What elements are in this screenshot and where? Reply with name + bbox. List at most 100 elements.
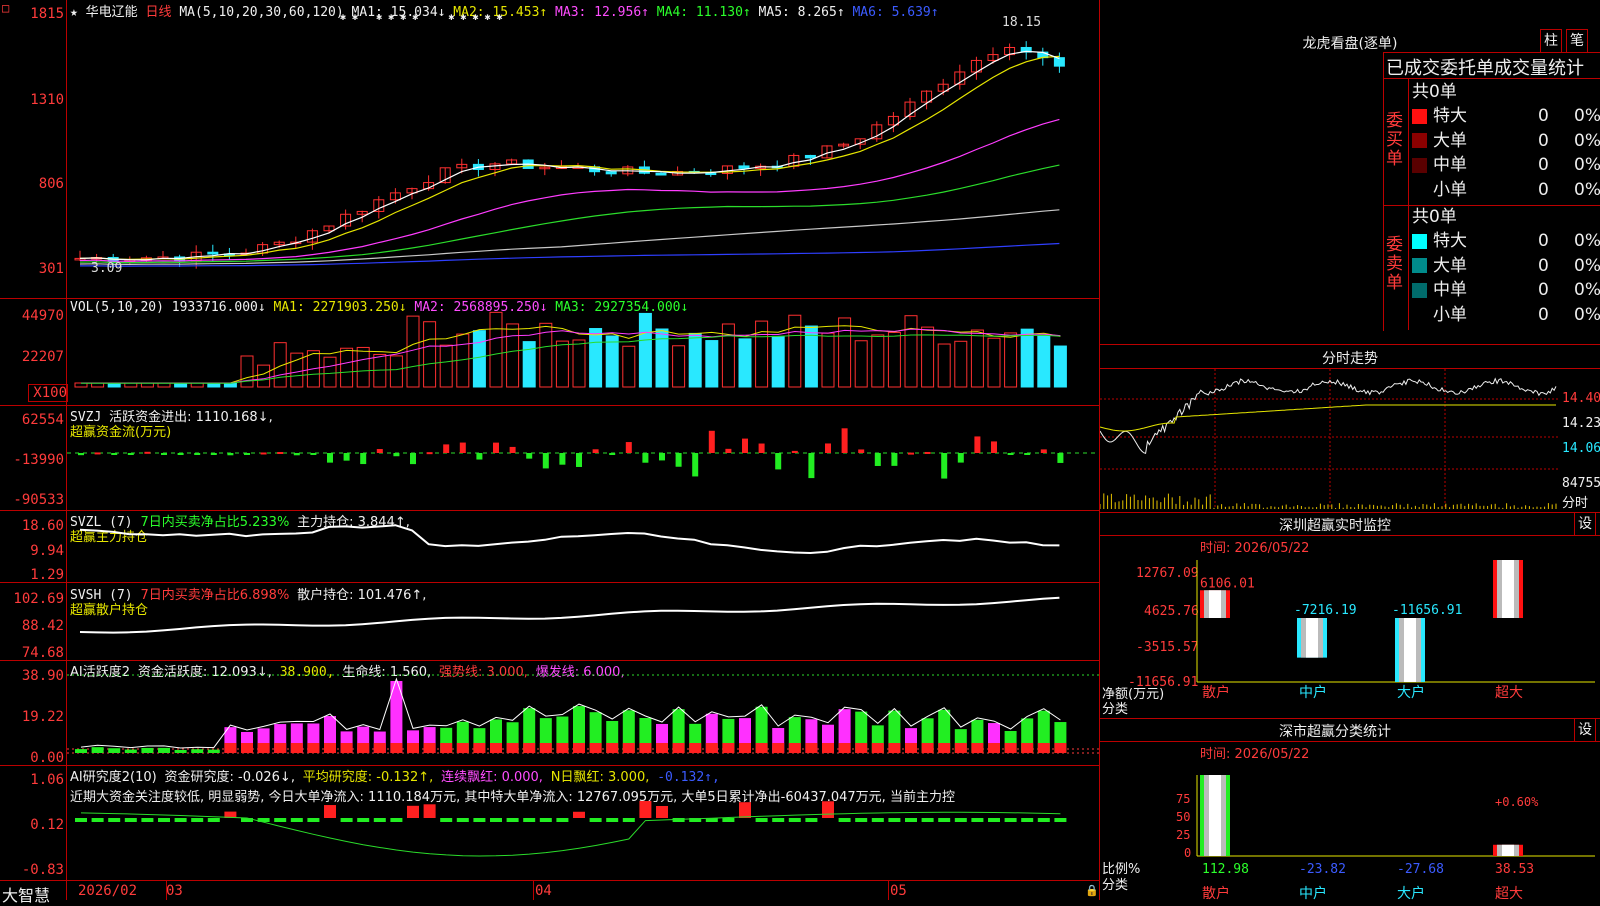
sz-class-settings-button[interactable]: 设: [1574, 718, 1596, 742]
flow-bar: [127, 453, 134, 455]
svzj-chart[interactable]: [67, 406, 1099, 510]
research-bar: [373, 818, 386, 822]
sz-xlabel: 分类: [1102, 702, 1129, 717]
ai2-axis-1: 1.06: [30, 772, 64, 788]
volume-bar: [323, 356, 337, 388]
activity-base: [274, 743, 287, 753]
ai-research-chart[interactable]: [67, 766, 1099, 880]
flow-bar: [144, 451, 151, 454]
candlestick-chart[interactable]: 18.15 3.09: [67, 0, 1099, 298]
research-bar: [1054, 818, 1067, 822]
sz-bar-group: 12767.09 超大: [1490, 560, 1553, 700]
sz-class-chart[interactable]: 112.98 散户 -23.82 中户 -27.68 大户 38.53 超大 +0.60%: [1195, 775, 1595, 900]
sz-bar-value: -11656.91: [1392, 603, 1462, 618]
activity-base: [556, 743, 569, 753]
sz-class-title: 深市超赢分类统计: [1279, 724, 1391, 740]
activity-base: [772, 743, 785, 753]
research-bar: [639, 800, 652, 818]
lock-icon[interactable]: 🔒: [1085, 884, 1099, 897]
flow-bar: [227, 453, 234, 456]
research-bar: [390, 818, 403, 822]
szc-bar-value: 38.53: [1495, 862, 1534, 877]
activity-base: [838, 743, 851, 753]
flow-bar: [874, 453, 881, 466]
svzj-axis-1: 62554: [21, 412, 64, 428]
sz-bar-shine: [1404, 618, 1416, 682]
activity-base: [855, 743, 868, 753]
research-bar: [523, 818, 536, 822]
flow-bar: [426, 452, 433, 455]
research-bar: [589, 818, 602, 822]
chart-area[interactable]: 1815 1310 806 301 □ ★ 华电辽能 日线 MA(5,10,20…: [0, 0, 1100, 905]
flow-bar: [592, 449, 599, 453]
volume-bar: [705, 340, 719, 388]
order-count: 0: [1538, 130, 1549, 151]
order-size-label: 特大: [1433, 231, 1467, 251]
activity-base: [656, 743, 668, 753]
research-bar: [855, 818, 868, 822]
research-bar: [805, 818, 818, 822]
buy-total: 共0单: [1412, 82, 1457, 102]
volume-bar: [605, 335, 619, 388]
research-bar: [1037, 818, 1050, 822]
close-icon[interactable]: □: [2, 1, 9, 15]
volume-bar: [887, 331, 901, 388]
flow-bar: [808, 453, 815, 479]
activity-base: [390, 743, 403, 753]
activity-base: [722, 743, 735, 753]
szc-bar-group: -23.82 中户: [1299, 862, 1346, 900]
activity-bar: [75, 749, 87, 753]
research-bar: [174, 818, 187, 822]
research-bar: [954, 818, 967, 822]
sz-axis-2: 4625.76: [1144, 604, 1199, 619]
candle-body: [804, 154, 816, 159]
svzl-axis-1: 18.60: [21, 518, 64, 534]
activity-base: [340, 743, 353, 753]
volume-bar: [738, 338, 752, 388]
color-swatch: [1412, 157, 1427, 173]
volume-bar: [1020, 328, 1034, 388]
activity-base: [257, 743, 270, 753]
svzl-chart[interactable]: [67, 511, 1099, 582]
color-swatch: [1412, 133, 1427, 148]
flow-bar: [675, 453, 682, 467]
activity-bar: [108, 748, 121, 753]
sz-monitor-settings-button[interactable]: 设: [1574, 512, 1596, 536]
sz-bar-shine: [1209, 590, 1221, 618]
szc-category-label: 超大: [1495, 886, 1523, 900]
flow-bar: [542, 453, 549, 469]
activity-base: [307, 743, 320, 753]
flow-bar: [858, 449, 865, 453]
research-bar: [838, 818, 851, 822]
order-count: 0: [1538, 231, 1549, 251]
flow-bar: [908, 452, 914, 455]
volume-bar: [838, 317, 852, 388]
tick-mode-button[interactable]: 笔: [1566, 29, 1588, 53]
szc-bar-value: -23.82: [1299, 862, 1346, 877]
research-bar: [456, 818, 469, 822]
research-bar: [440, 818, 453, 822]
research-bar: [340, 818, 353, 822]
intraday-chart[interactable]: [1100, 369, 1560, 509]
sz-bar-value: 6106.01: [1200, 576, 1255, 591]
order-pct: 0%: [1574, 179, 1600, 200]
activity-base: [407, 743, 419, 753]
bar-mode-button[interactable]: 柱: [1540, 29, 1562, 53]
research-bar: [606, 818, 619, 822]
activity-base: [1054, 743, 1067, 753]
volume-bar: [688, 332, 702, 388]
research-bar: [274, 818, 287, 822]
flow-bar: [210, 453, 217, 455]
activity-base: [606, 743, 619, 753]
svsh-chart[interactable]: [67, 584, 1099, 660]
ai-activity-chart[interactable]: [67, 661, 1099, 765]
flow-bar: [1057, 453, 1064, 463]
sz-monitor-title: 深圳超赢实时监控: [1279, 518, 1391, 534]
order-size-label: 小单: [1433, 179, 1467, 200]
volume-bar: [356, 346, 370, 388]
flow-bar: [177, 453, 184, 455]
activity-base: [905, 743, 917, 753]
volume-chart[interactable]: [67, 299, 1099, 405]
sz-monitor-chart[interactable]: 6106.01 散户 -7216.19 中户 -11656.91 大户 12767.09 超大: [1195, 560, 1595, 700]
stat-header: 已成交委托单成交量统计: [1386, 58, 1584, 79]
